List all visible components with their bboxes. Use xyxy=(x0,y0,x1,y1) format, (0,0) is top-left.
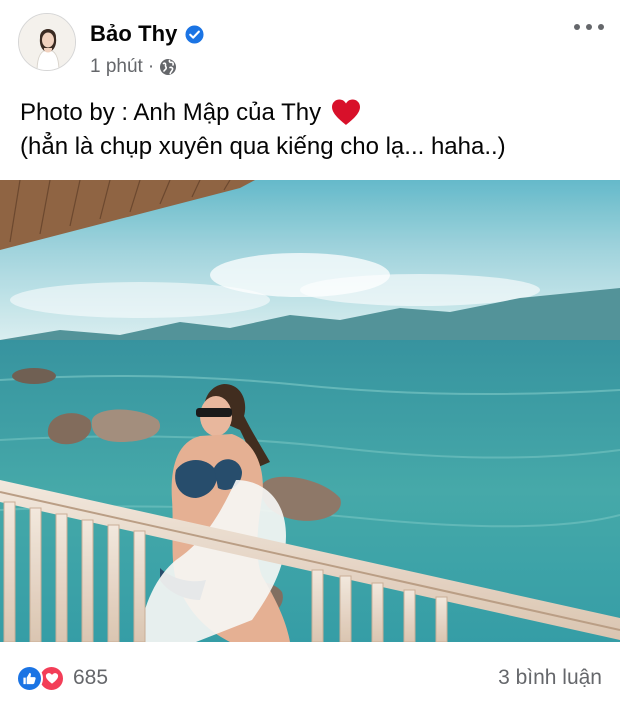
verified-badge-icon xyxy=(184,24,204,44)
more-options-icon[interactable] xyxy=(574,16,604,38)
like-icon xyxy=(16,664,43,692)
reaction-count: 685 xyxy=(73,666,109,689)
author-name[interactable]: Bảo Thy xyxy=(90,21,178,47)
red-heart-icon xyxy=(330,98,362,126)
post-timestamp[interactable]: 1 phút xyxy=(90,56,143,78)
post-header: Bảo Thy 1 phút · xyxy=(0,0,620,88)
post-photo[interactable] xyxy=(0,180,620,642)
author-row: Bảo Thy xyxy=(90,20,204,48)
avatar[interactable] xyxy=(18,13,76,71)
post-footer: 685 3 bình luận xyxy=(0,650,620,706)
post-meta: 1 phút · xyxy=(90,55,177,79)
meta-separator: · xyxy=(147,56,155,77)
caption-line-2: (hẳn là chụp xuyên qua kiếng cho lạ... h… xyxy=(20,133,506,160)
caption-text-1: Photo by : Anh Mập của Thy xyxy=(20,99,322,126)
comments-count[interactable]: 3 bình luận xyxy=(498,664,602,692)
caption-line-1: Photo by : Anh Mập của Thy xyxy=(20,96,610,130)
reactions-summary[interactable]: 685 xyxy=(16,664,108,692)
post-caption: Photo by : Anh Mập của Thy (hẳn là chụp … xyxy=(20,96,610,164)
globe-icon[interactable] xyxy=(159,58,177,76)
